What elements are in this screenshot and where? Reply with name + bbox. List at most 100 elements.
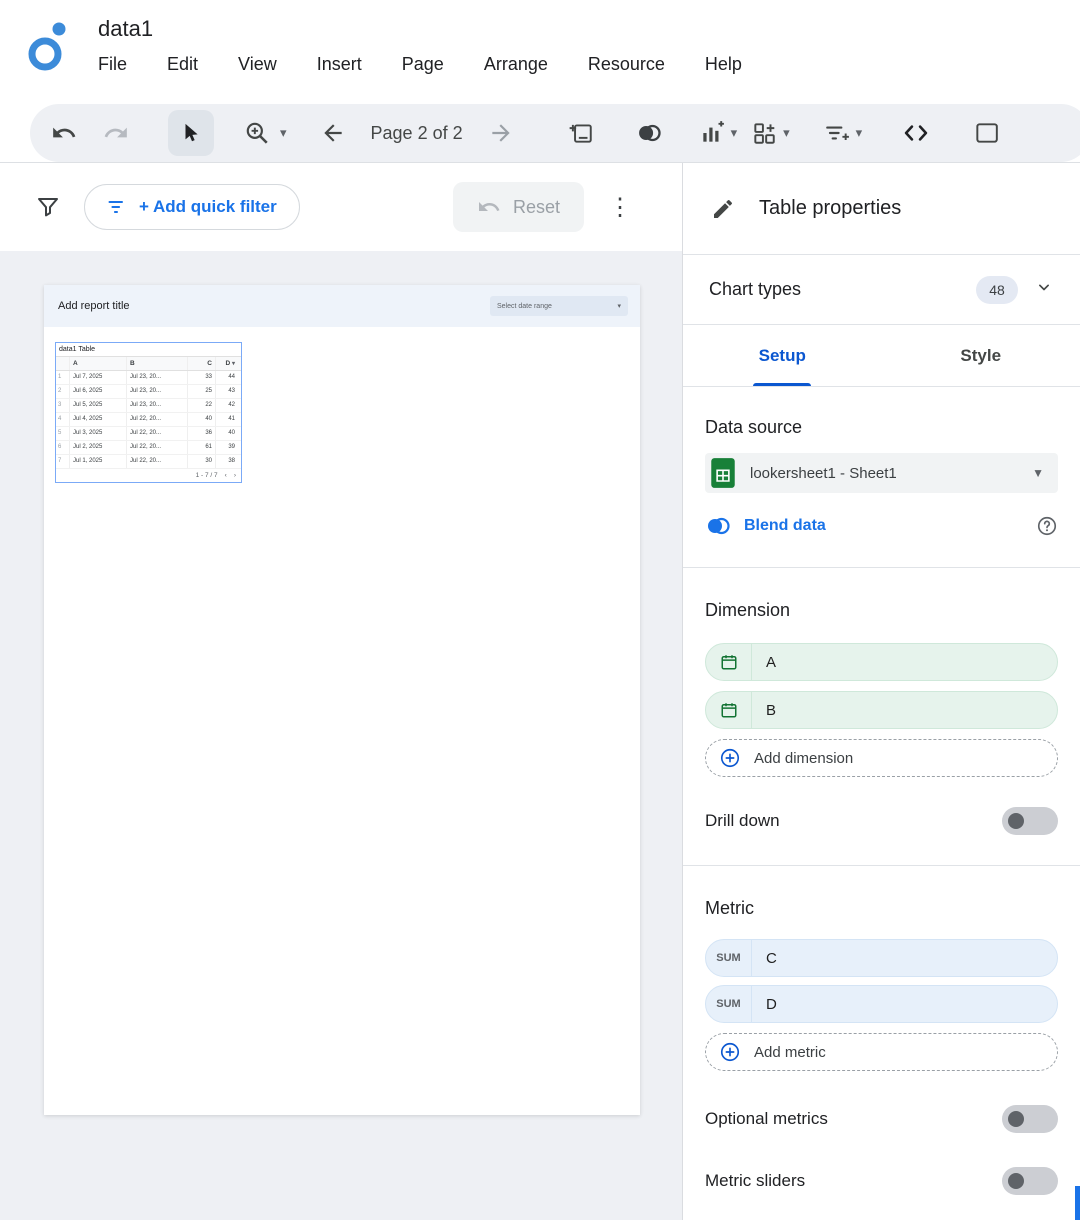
scrollbar-thumb[interactable] — [1075, 1186, 1080, 1220]
looker-studio-logo-icon[interactable] — [26, 20, 72, 76]
add-control-button[interactable]: ▾ — [751, 113, 790, 153]
blend-button[interactable] — [629, 113, 669, 153]
add-page-button[interactable] — [561, 113, 601, 153]
chart-types-chevron-icon[interactable] — [1034, 277, 1054, 302]
calendar-icon — [706, 692, 752, 728]
table-header-row: A B C D ▾ — [56, 356, 241, 371]
toggle-knob — [1008, 1173, 1024, 1189]
column-header-a[interactable]: A — [70, 357, 127, 370]
menu-resource[interactable]: Resource — [588, 54, 665, 75]
add-quick-filter-label: + Add quick filter — [139, 197, 277, 217]
help-icon[interactable] — [1036, 515, 1058, 537]
menu-page[interactable]: Page — [402, 54, 444, 75]
tab-setup[interactable]: Setup — [683, 325, 882, 386]
table-row: 6 Jul 2, 2025 Jul 22, 20... 61 39 — [56, 441, 241, 455]
reset-button[interactable]: Reset — [453, 182, 584, 232]
plus-circle-icon — [719, 1041, 741, 1063]
previous-page-button[interactable] — [313, 113, 353, 153]
next-page-button[interactable] — [481, 113, 521, 153]
add-control-dropdown-caret-icon[interactable]: ▾ — [783, 125, 790, 141]
partial-toolbar-icon[interactable] — [966, 113, 1006, 153]
aggregation-badge[interactable]: SUM — [706, 986, 752, 1022]
table-pagination: 1 - 7 / 7 ‹ › — [56, 469, 241, 482]
menu-help[interactable]: Help — [705, 54, 742, 75]
metric-chip-d[interactable]: SUM D — [705, 985, 1058, 1023]
add-chart-dropdown-caret-icon[interactable]: ▾ — [731, 125, 738, 141]
add-filter-dropdown-caret-icon[interactable]: ▾ — [856, 125, 863, 141]
menu-insert[interactable]: Insert — [317, 54, 362, 75]
blend-data-row: Blend data — [705, 515, 1058, 537]
metric-chip-c[interactable]: SUM C — [705, 939, 1058, 977]
active-tab-underline — [753, 383, 811, 386]
table-row: 1 Jul 7, 2025 Jul 23, 20... 33 44 — [56, 371, 241, 385]
funnel-icon[interactable] — [36, 195, 60, 219]
more-options-kebab-icon[interactable]: ⋮ — [608, 193, 632, 222]
metric-sliders-toggle[interactable] — [1002, 1167, 1058, 1195]
drill-down-toggle[interactable] — [1002, 807, 1058, 835]
properties-header: Table properties — [683, 163, 1080, 255]
blend-data-link[interactable]: Blend data — [744, 517, 826, 535]
app-header: data1 File Edit View Insert Page Arrange… — [0, 0, 1080, 100]
quick-filter-lines-icon — [107, 197, 127, 217]
data1-table-chart[interactable]: data1 Table A B C D ▾ 1 Jul 7, 2025 Jul … — [55, 342, 242, 483]
page-indicator[interactable]: Page 2 of 2 — [371, 123, 463, 144]
aggregation-badge[interactable]: SUM — [706, 940, 752, 976]
filter-bar: + Add quick filter Reset ⋮ — [0, 163, 682, 251]
redo-icon — [103, 120, 129, 146]
add-quick-filter-button[interactable]: + Add quick filter — [84, 184, 300, 230]
dimension-chip-a[interactable]: A — [705, 643, 1058, 681]
menu-view[interactable]: View — [238, 54, 277, 75]
report-canvas[interactable]: Add report title Select date range ▾ dat… — [0, 251, 682, 1220]
table-row: 5 Jul 3, 2025 Jul 22, 20... 36 40 — [56, 427, 241, 441]
date-range-control[interactable]: Select date range ▾ — [490, 296, 628, 316]
pagination-prev-icon[interactable]: ‹ — [225, 472, 227, 479]
optional-metrics-toggle[interactable] — [1002, 1105, 1058, 1133]
menu-arrange[interactable]: Arrange — [484, 54, 548, 75]
plus-circle-icon — [719, 747, 741, 769]
section-divider — [683, 865, 1080, 866]
select-tool-button[interactable] — [168, 110, 214, 156]
zoom-dropdown-caret-icon[interactable]: ▾ — [280, 125, 287, 141]
column-header-c[interactable]: C — [188, 357, 216, 370]
add-filter-button[interactable]: ▾ — [824, 113, 863, 153]
pagination-next-icon[interactable]: › — [234, 472, 236, 479]
pagination-range: 1 - 7 / 7 — [196, 472, 218, 479]
tab-style[interactable]: Style — [882, 325, 1080, 386]
report-title-placeholder[interactable]: Add report title — [58, 300, 130, 312]
dimension-chip-label: B — [752, 702, 776, 719]
data-source-caret-icon: ▼ — [1032, 466, 1044, 480]
add-metric-button[interactable]: Add metric — [705, 1033, 1058, 1071]
data-source-value: lookersheet1 - Sheet1 — [750, 465, 897, 482]
report-page[interactable]: Add report title Select date range ▾ dat… — [44, 285, 640, 1115]
dimension-chip-b[interactable]: B — [705, 691, 1058, 729]
embed-code-button[interactable] — [896, 113, 936, 153]
filter-list-add-icon — [824, 120, 850, 146]
sheets-icon — [710, 457, 736, 489]
menu-edit[interactable]: Edit — [167, 54, 198, 75]
data-source-selector[interactable]: lookersheet1 - Sheet1 ▼ — [705, 453, 1058, 493]
undo-icon — [51, 120, 77, 146]
calendar-icon — [706, 644, 752, 680]
chart-types-row[interactable]: Chart types 48 — [683, 255, 1080, 325]
add-chart-button[interactable]: ▾ — [699, 113, 738, 153]
add-dimension-button[interactable]: Add dimension — [705, 739, 1058, 777]
menu-file[interactable]: File — [98, 54, 127, 75]
metric-sliders-row: Metric sliders — [705, 1167, 1058, 1195]
metric-sliders-label: Metric sliders — [705, 1171, 805, 1191]
properties-panel: Table properties Chart types 48 Setup St… — [683, 163, 1080, 1220]
add-chart-icon — [699, 120, 725, 146]
drill-down-row: Drill down — [705, 807, 1058, 835]
dimension-heading: Dimension — [705, 600, 1058, 621]
chart-types-label: Chart types — [709, 279, 801, 300]
cursor-icon — [180, 122, 202, 144]
table-row: 3 Jul 5, 2025 Jul 23, 20... 22 42 — [56, 399, 241, 413]
document-title[interactable]: data1 — [98, 16, 742, 42]
column-header-d[interactable]: D ▾ — [216, 357, 238, 370]
zoom-tool-button[interactable]: ▾ — [244, 113, 287, 153]
arrow-left-icon — [320, 120, 346, 146]
undo-button[interactable] — [44, 113, 84, 153]
redo-button[interactable] — [96, 113, 136, 153]
column-header-b[interactable]: B — [127, 357, 188, 370]
report-area: + Add quick filter Reset ⋮ Add report ti… — [0, 163, 683, 1220]
add-page-icon — [568, 120, 594, 146]
